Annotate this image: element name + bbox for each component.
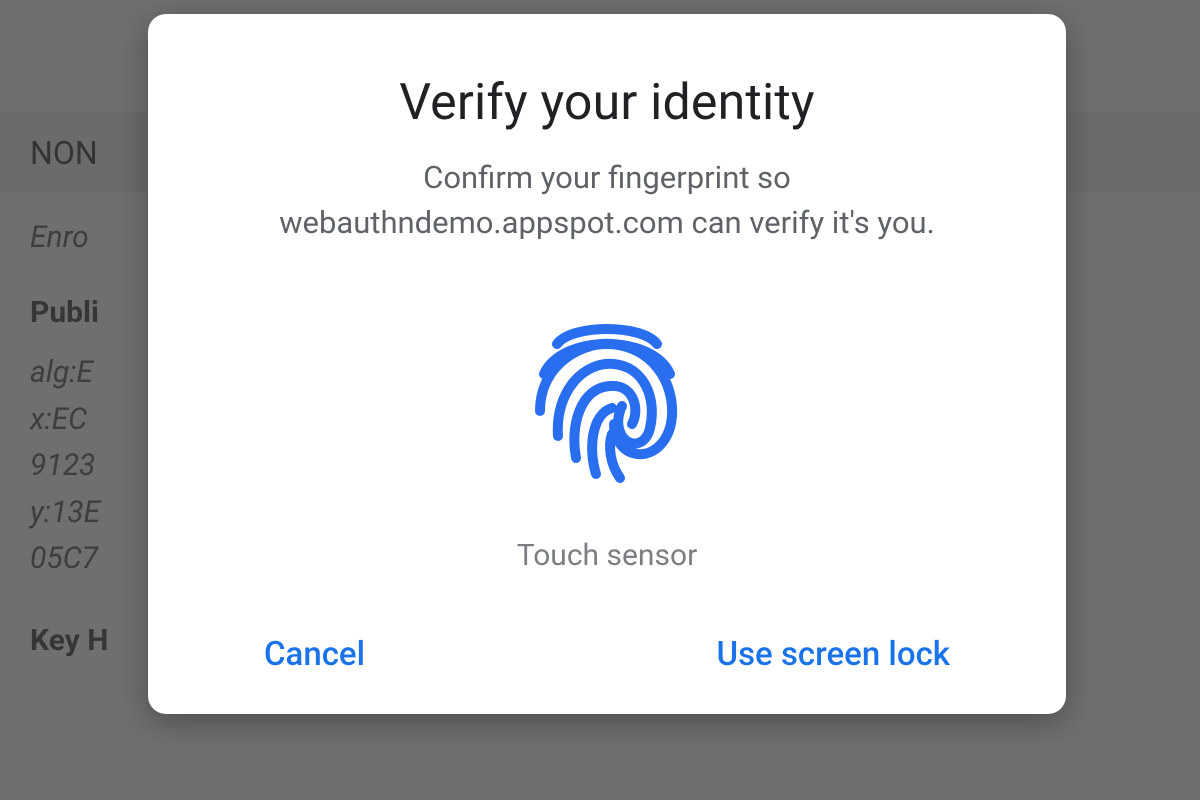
dialog-body-text: Confirm your fingerprint so webauthndemo… [247,156,967,246]
cancel-button[interactable]: Cancel [248,625,381,684]
sensor-label: Touch sensor [517,538,697,573]
dialog-title: Verify your identity [399,74,815,132]
fingerprint-icon[interactable] [522,306,692,490]
verify-identity-dialog: Verify your identity Confirm your finger… [148,14,1066,714]
use-screen-lock-button[interactable]: Use screen lock [700,625,966,684]
dialog-actions: Cancel Use screen lock [208,625,1006,714]
